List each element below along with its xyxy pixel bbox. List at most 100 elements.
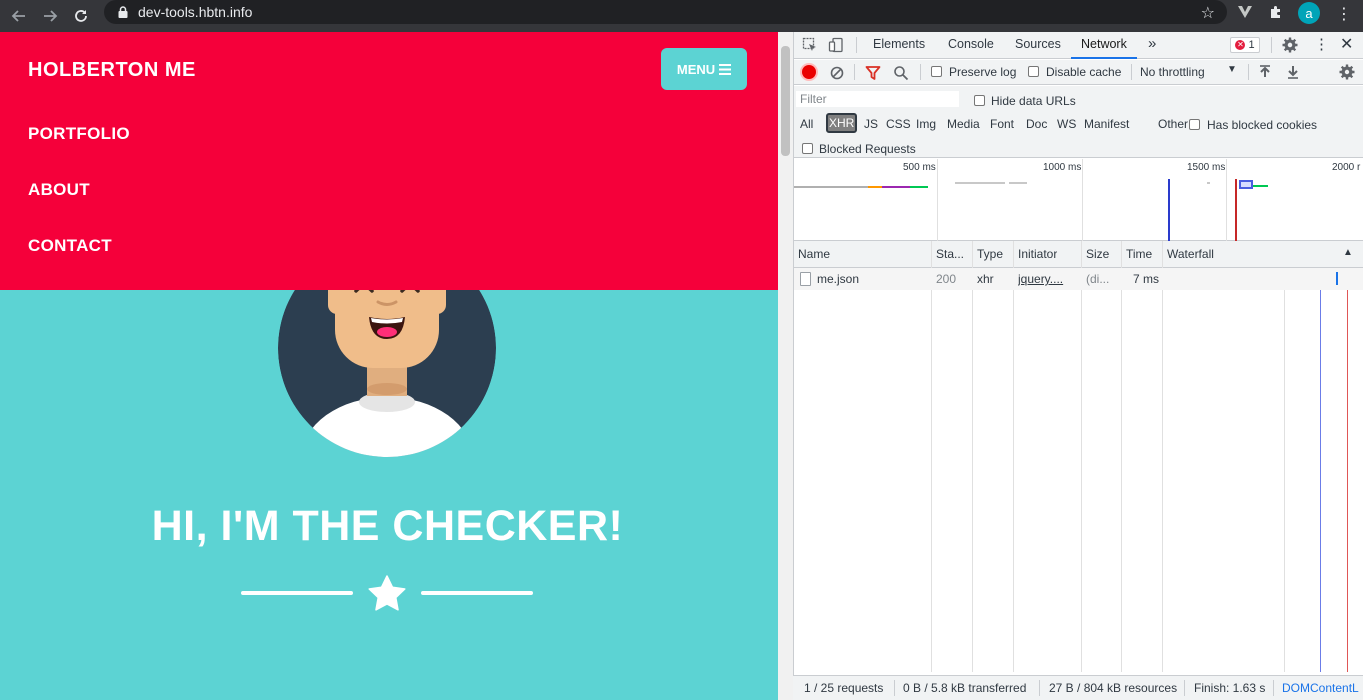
preserve-log-checkbox[interactable] xyxy=(931,66,942,77)
back-icon[interactable] xyxy=(6,3,32,29)
column-separator xyxy=(931,241,932,672)
column-initiator[interactable]: Initiator xyxy=(1018,247,1057,261)
address-bar[interactable]: dev-tools.hbtn.info ☆ xyxy=(104,0,1227,24)
column-separator xyxy=(1162,241,1163,672)
throttling-dropdown-icon[interactable]: ▼ xyxy=(1227,64,1237,75)
requests-table-header: Name Sta... Type Initiator Size Time Wat… xyxy=(793,241,1363,268)
disable-cache-checkbox[interactable] xyxy=(1028,66,1039,77)
row-initiator-link[interactable]: jquery.... xyxy=(1018,272,1078,286)
site-brand[interactable]: HOLBERTON ME xyxy=(28,59,196,82)
column-separator xyxy=(972,241,973,672)
column-name[interactable]: Name xyxy=(798,247,830,261)
clear-icon[interactable] xyxy=(829,65,845,81)
waterfall-gridline xyxy=(1284,268,1285,672)
blocked-requests-checkbox[interactable] xyxy=(802,143,813,154)
overview-tick xyxy=(1226,159,1227,241)
row-waterfall-bar xyxy=(1336,272,1338,285)
forward-icon[interactable] xyxy=(37,3,63,29)
type-filter-media[interactable]: Media xyxy=(945,116,982,132)
load-event-line xyxy=(1235,179,1237,241)
bookmark-star-icon[interactable]: ☆ xyxy=(1201,3,1215,22)
status-separator xyxy=(1273,680,1274,696)
sort-ascending-icon[interactable]: ▲ xyxy=(1343,247,1353,258)
type-filter-all[interactable]: All xyxy=(798,116,815,132)
resources-size: 27 B / 804 kB resources xyxy=(1049,681,1178,695)
column-separator xyxy=(1013,241,1014,672)
profile-avatar[interactable]: a xyxy=(1298,2,1320,24)
type-filter-font[interactable]: Font xyxy=(988,116,1016,132)
tab-network[interactable]: Network xyxy=(1081,37,1127,51)
column-waterfall[interactable]: Waterfall xyxy=(1167,247,1214,261)
vivaldi-extension-icon[interactable] xyxy=(1236,4,1254,24)
overview-label-1000: 1000 ms xyxy=(1043,162,1082,173)
type-filter-xhr[interactable]: XHR xyxy=(826,113,858,133)
column-separator xyxy=(1121,241,1122,672)
hero-title: HI, I'M THE CHECKER! xyxy=(151,502,624,550)
menu-button[interactable]: MENU xyxy=(661,48,747,90)
type-filter-css[interactable]: CSS xyxy=(884,116,913,132)
tab-elements[interactable]: Elements xyxy=(873,37,925,51)
filter-funnel-icon[interactable] xyxy=(865,65,881,81)
nav-link-portfolio[interactable]: PORTFOLIO xyxy=(28,124,130,144)
column-size[interactable]: Size xyxy=(1086,247,1109,261)
overview-request-bar xyxy=(1009,182,1027,184)
network-overview-timeline[interactable]: 500 ms 1000 ms 1500 ms 2000 r xyxy=(793,159,1363,241)
type-filter-doc[interactable]: Doc xyxy=(1024,116,1049,132)
browser-menu-icon[interactable]: ⋮ xyxy=(1336,4,1352,23)
type-filter-js[interactable]: JS xyxy=(862,116,880,132)
nav-link-contact[interactable]: CONTACT xyxy=(28,236,112,256)
devtools-menu-icon[interactable]: ⋮ xyxy=(1314,35,1329,53)
divider-line-left xyxy=(241,591,353,595)
tab-console[interactable]: Console xyxy=(948,37,994,51)
tab-sources[interactable]: Sources xyxy=(1015,37,1061,51)
toolbar-divider xyxy=(1131,64,1132,80)
overview-tick xyxy=(937,159,938,241)
export-har-icon[interactable] xyxy=(1285,64,1301,80)
overview-request-bar xyxy=(868,186,882,188)
column-status[interactable]: Sta... xyxy=(936,247,970,261)
table-row[interactable]: me.json 200 xhr jquery.... (di... 7 ms xyxy=(793,268,1363,290)
browser-toolbar: dev-tools.hbtn.info ☆ a ⋮ xyxy=(0,0,1363,32)
hide-data-urls-checkbox[interactable] xyxy=(974,95,985,106)
extensions-puzzle-icon[interactable] xyxy=(1268,4,1284,24)
column-type[interactable]: Type xyxy=(977,247,1003,261)
record-icon[interactable] xyxy=(802,65,816,79)
dom-content-loaded-line xyxy=(1168,179,1170,241)
type-filter-ws[interactable]: WS xyxy=(1055,116,1078,132)
network-settings-gear-icon[interactable] xyxy=(1339,64,1355,80)
overview-request-bar xyxy=(882,186,910,188)
overview-tick xyxy=(1082,159,1083,241)
throttling-select[interactable]: No throttling xyxy=(1140,65,1205,79)
status-separator xyxy=(1039,680,1040,696)
reload-icon[interactable] xyxy=(68,3,94,29)
filter-input[interactable]: Filter xyxy=(795,90,960,108)
error-count-badge[interactable]: ✕ 1 xyxy=(1230,37,1260,53)
type-filter-manifest[interactable]: Manifest xyxy=(1082,116,1131,132)
url-text: dev-tools.hbtn.info xyxy=(138,4,253,20)
settings-gear-icon[interactable] xyxy=(1282,37,1298,53)
request-count: 1 / 25 requests xyxy=(804,681,884,695)
star-icon xyxy=(368,575,406,611)
devtools-resize-gutter[interactable] xyxy=(778,32,793,700)
type-filter-other[interactable]: Other xyxy=(1156,116,1190,132)
column-time[interactable]: Time xyxy=(1126,247,1152,261)
search-icon[interactable] xyxy=(893,65,909,81)
finish-time: Finish: 1.63 s xyxy=(1194,681,1266,695)
network-toolbar: Preserve log Disable cache No throttling… xyxy=(793,60,1363,85)
has-blocked-cookies-checkbox[interactable] xyxy=(1189,119,1200,130)
close-devtools-icon[interactable]: ✕ xyxy=(1340,34,1353,54)
overview-request-bar xyxy=(1207,182,1210,184)
error-icon: ✕ xyxy=(1235,40,1246,50)
has-blocked-cookies-label: Has blocked cookies xyxy=(1207,118,1318,132)
inspect-element-icon[interactable] xyxy=(802,37,818,53)
type-filter-img[interactable]: Img xyxy=(914,116,938,132)
hide-data-urls-label: Hide data URLs xyxy=(991,94,1076,108)
nav-link-about[interactable]: ABOUT xyxy=(28,180,90,200)
more-tabs-icon[interactable]: » xyxy=(1148,35,1156,52)
waterfall-dom-content-loaded-line xyxy=(1320,268,1321,672)
import-har-icon[interactable] xyxy=(1257,64,1273,80)
network-status-bar: 1 / 25 requests 0 B / 5.8 kB transferred… xyxy=(793,675,1363,700)
device-toolbar-icon[interactable] xyxy=(828,37,844,53)
tab-bar-divider xyxy=(1271,37,1272,53)
overview-selection-box[interactable] xyxy=(1239,180,1253,189)
